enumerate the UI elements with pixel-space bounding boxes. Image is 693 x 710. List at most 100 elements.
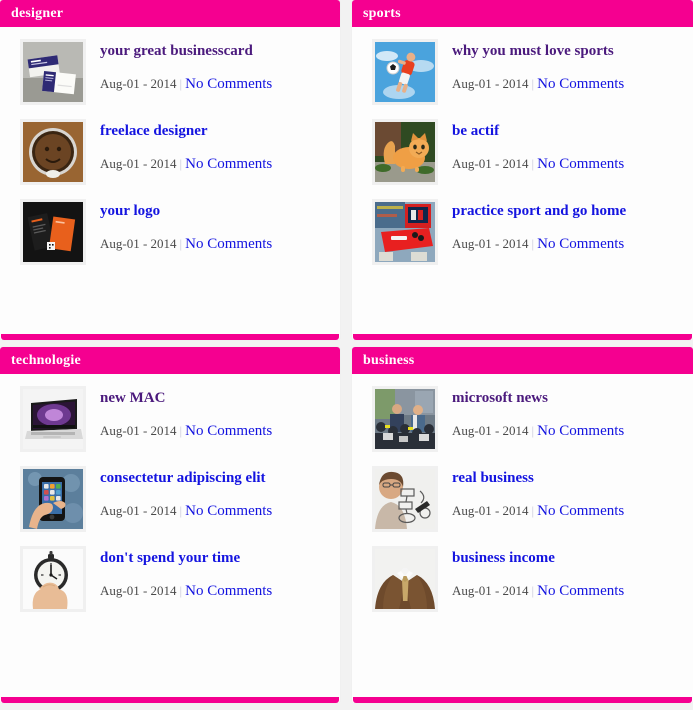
category-panel-designer: designer your great businesscard Aug-01 -… (0, 0, 340, 340)
post-title-link[interactable]: real business (452, 470, 683, 487)
post-item: be actif Aug-01 - 2014 | No Comments (352, 119, 693, 185)
woman-whiteboard-diagram-thumbnail (375, 469, 435, 529)
post-thumbnail-link[interactable] (20, 546, 86, 612)
post-comments-link[interactable]: No Comments (185, 76, 272, 92)
post-meta: Aug-01 - 2014 | No Comments (100, 155, 330, 172)
panel-footer-bar (353, 334, 692, 340)
panel-title: technologie (11, 352, 81, 368)
stopwatch-in-hand-thumbnail (23, 549, 83, 609)
post-comments-link[interactable]: No Comments (537, 76, 624, 92)
post-comments-link[interactable]: No Comments (185, 583, 272, 599)
post-title-link[interactable]: be actif (452, 123, 683, 140)
panel-footer-bar (1, 334, 339, 340)
post-thumbnail-link[interactable] (372, 546, 438, 612)
meta-separator: | (531, 235, 535, 251)
meta-separator: | (179, 422, 183, 438)
post-date: Aug-01 - 2014 (100, 502, 177, 518)
post-comments-link[interactable]: No Comments (537, 156, 624, 172)
post-comments-link[interactable]: No Comments (537, 423, 624, 439)
post-thumbnail-link[interactable] (20, 39, 86, 105)
panel-footer-bar (1, 697, 339, 703)
post-title-link[interactable]: business income (452, 550, 683, 567)
panel-cell-designer: designer your great businesscard Aug-01 -… (0, 0, 346, 347)
post-content: microsoft news Aug-01 - 2014 | No Comments (452, 386, 683, 439)
post-content: consectetur adipiscing elit Aug-01 - 2014… (100, 466, 330, 519)
post-thumbnail-link[interactable] (372, 199, 438, 265)
post-item: business income Aug-01 - 2014 | No Comments (352, 546, 693, 612)
post-content: why you must love sports Aug-01 - 2014 | No… (452, 39, 683, 92)
panel-header-technologie: technologie (0, 347, 340, 374)
post-date: Aug-01 - 2014 (100, 582, 177, 598)
panel-post-list: new MAC Aug-01 - 2014 | No Comments cons… (0, 374, 340, 697)
panel-header-sports: sports (352, 0, 693, 27)
soccer-player-sky-thumbnail (375, 42, 435, 102)
meta-separator: | (179, 155, 183, 171)
post-comments-link[interactable]: No Comments (185, 156, 272, 172)
post-title-link[interactable]: microsoft news (452, 390, 683, 407)
post-content: your great businesscard Aug-01 - 2014 | No … (100, 39, 330, 92)
post-thumbnail-link[interactable] (20, 199, 86, 265)
category-panel-sports: sports why you must love sports Aug-01 - … (352, 0, 693, 340)
post-date: Aug-01 - 2014 (100, 75, 177, 91)
post-meta: Aug-01 - 2014 | No Comments (452, 75, 683, 92)
post-content: real business Aug-01 - 2014 | No Comments (452, 466, 683, 519)
post-title-link[interactable]: new MAC (100, 390, 330, 407)
post-item: real business Aug-01 - 2014 | No Comments (352, 466, 693, 532)
panel-post-list: your great businesscard Aug-01 - 2014 | No … (0, 27, 340, 334)
post-title-link[interactable]: why you must love sports (452, 43, 683, 60)
post-meta: Aug-01 - 2014 | No Comments (100, 235, 330, 252)
post-item: your logo Aug-01 - 2014 | No Comments (0, 199, 340, 265)
post-meta: Aug-01 - 2014 | No Comments (100, 422, 330, 439)
post-date: Aug-01 - 2014 (100, 155, 177, 171)
category-panel-technologie: technologie new MAC Aug-01 - 2014 | No Comm… (0, 347, 340, 703)
meta-separator: | (531, 502, 535, 518)
post-title-link[interactable]: practice sport and go home (452, 203, 683, 220)
post-title-link[interactable]: your logo (100, 203, 330, 220)
post-date: Aug-01 - 2014 (100, 422, 177, 438)
coffee-cup-thumbnail (23, 122, 83, 182)
post-date: Aug-01 - 2014 (452, 235, 529, 251)
post-item: don't spend your time Aug-01 - 2014 | No Co… (0, 546, 340, 612)
post-title-link[interactable]: your great businesscard (100, 43, 330, 60)
panel-cell-business: business microsoft news Aug-01 - 2014 | No … (346, 347, 693, 710)
post-comments-link[interactable]: No Comments (185, 503, 272, 519)
post-item: new MAC Aug-01 - 2014 | No Comments (0, 386, 340, 452)
post-content: don't spend your time Aug-01 - 2014 | No Co… (100, 546, 330, 599)
post-thumbnail-link[interactable] (372, 39, 438, 105)
post-date: Aug-01 - 2014 (100, 235, 177, 251)
post-meta: Aug-01 - 2014 | No Comments (100, 75, 330, 92)
post-comments-link[interactable]: No Comments (185, 423, 272, 439)
post-thumbnail-link[interactable] (372, 119, 438, 185)
panel-post-list: microsoft news Aug-01 - 2014 | No Comments … (352, 374, 693, 697)
post-thumbnail-link[interactable] (20, 466, 86, 532)
post-thumbnail-link[interactable] (20, 119, 86, 185)
post-thumbnail-link[interactable] (372, 386, 438, 452)
macbook-laptop-thumbnail (23, 389, 83, 449)
post-comments-link[interactable]: No Comments (537, 503, 624, 519)
panel-post-list: why you must love sports Aug-01 - 2014 | No… (352, 27, 693, 334)
post-title-link[interactable]: don't spend your time (100, 550, 330, 567)
post-item: consectetur adipiscing elit Aug-01 - 2014… (0, 466, 340, 532)
post-meta: Aug-01 - 2014 | No Comments (100, 582, 330, 599)
post-item: practice sport and go home Aug-01 - 2014 |… (352, 199, 693, 265)
post-title-link[interactable]: freelace designer (100, 123, 330, 140)
meta-separator: | (179, 502, 183, 518)
post-date: Aug-01 - 2014 (452, 422, 529, 438)
post-comments-link[interactable]: No Comments (537, 236, 624, 252)
meta-separator: | (179, 582, 183, 598)
panel-cell-sports: sports why you must love sports Aug-01 - … (346, 0, 693, 347)
meta-separator: | (179, 235, 183, 251)
post-meta: Aug-01 - 2014 | No Comments (100, 502, 330, 519)
post-date: Aug-01 - 2014 (452, 75, 529, 91)
meta-separator: | (531, 422, 535, 438)
panel-header-business: business (352, 347, 693, 374)
post-content: your logo Aug-01 - 2014 | No Comments (100, 199, 330, 252)
panel-header-designer: designer (0, 0, 340, 27)
post-thumbnail-link[interactable] (372, 466, 438, 532)
post-title-link[interactable]: consectetur adipiscing elit (100, 470, 330, 487)
post-thumbnail-link[interactable] (20, 386, 86, 452)
post-meta: Aug-01 - 2014 | No Comments (452, 422, 683, 439)
post-comments-link[interactable]: No Comments (537, 583, 624, 599)
post-comments-link[interactable]: No Comments (185, 236, 272, 252)
post-content: business income Aug-01 - 2014 | No Comments (452, 546, 683, 599)
